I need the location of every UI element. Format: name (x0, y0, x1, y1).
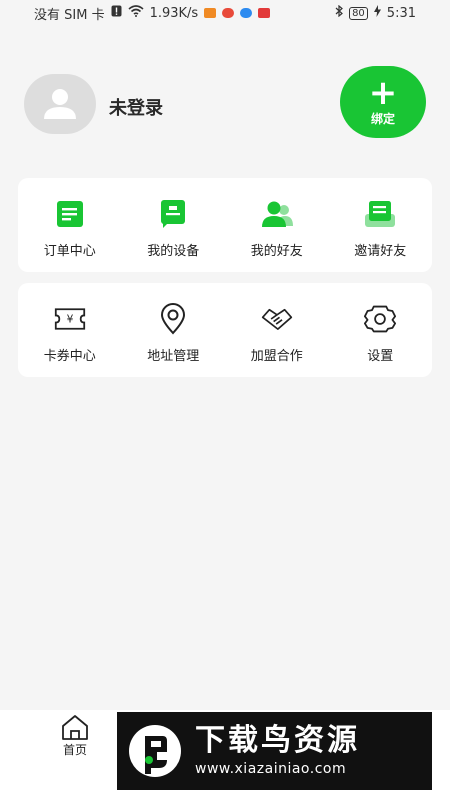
status-left: 没有 SIM 卡 1.93K/s (34, 4, 271, 23)
login-status[interactable]: 未登录 (109, 94, 163, 120)
mail-app-icon (258, 8, 271, 18)
main-menu-card: 订单中心 我的设备 我的好友 邀请好友 (18, 178, 432, 272)
svg-text:¥: ¥ (66, 313, 73, 326)
clock: 5:31 (386, 5, 416, 21)
order-icon (54, 198, 86, 230)
my-friends-item[interactable]: 我的好友 (225, 178, 329, 272)
sim-alert-icon (111, 5, 122, 21)
status-bar: 没有 SIM 卡 1.93K/s 80 5:31 (0, 0, 450, 26)
order-center-item[interactable]: 订单中心 (18, 178, 122, 272)
invite-icon (364, 198, 396, 230)
bluetooth-icon (335, 4, 343, 21)
coupon-icon: ¥ (54, 303, 86, 335)
network-speed: 1.93K/s (149, 5, 199, 21)
settings-label: 设置 (367, 349, 394, 364)
battery-level: 80 (349, 6, 368, 20)
my-device-label: 我的设备 (147, 244, 200, 259)
weibo-icon (222, 8, 235, 18)
avatar[interactable] (24, 74, 96, 134)
coupon-center-item[interactable]: ¥ 卡券中心 (18, 283, 122, 377)
bind-label: 绑定 (370, 111, 395, 126)
plus-icon: + (368, 72, 398, 113)
my-device-item[interactable]: 我的设备 (122, 178, 226, 272)
charging-icon (373, 5, 381, 21)
watermark-text: 下载鸟资源 www.xiazainiao.com (195, 723, 360, 779)
home-icon (62, 715, 88, 740)
coupon-center-label: 卡券中心 (43, 349, 96, 364)
bird-logo-icon (125, 721, 185, 781)
secondary-menu-card: ¥ 卡券中心 地址管理 加盟合作 设置 (18, 283, 432, 377)
settings-item[interactable]: 设置 (329, 283, 433, 377)
location-icon (157, 303, 189, 335)
address-management-label: 地址管理 (147, 349, 200, 364)
watermark-title: 下载鸟资源 (195, 723, 360, 758)
handshake-icon (261, 303, 293, 335)
device-icon (157, 198, 189, 230)
franchise-item[interactable]: 加盟合作 (225, 283, 329, 377)
tab-home-label: 首页 (62, 743, 87, 757)
order-center-label: 订单中心 (43, 244, 96, 259)
bind-button[interactable]: + 绑定 (340, 66, 426, 138)
tab-home[interactable]: 首页 (50, 714, 100, 758)
watermark-url: www.xiazainiao.com (195, 761, 347, 777)
my-friends-label: 我的好友 (250, 244, 303, 259)
wifi-icon (128, 5, 144, 21)
profile-header: 未登录 + 绑定 (24, 66, 434, 142)
gear-icon (364, 303, 397, 335)
invite-friends-label: 邀请好友 (354, 244, 407, 259)
watermark-banner: 下载鸟资源 www.xiazainiao.com (117, 712, 432, 790)
browser-icon (240, 8, 253, 18)
carrier-text: 没有 SIM 卡 (34, 7, 105, 23)
franchise-label: 加盟合作 (250, 349, 303, 364)
user-silhouette-icon (44, 89, 76, 119)
video-app-icon (204, 8, 217, 18)
invite-friends-item[interactable]: 邀请好友 (329, 178, 433, 272)
status-right: 80 5:31 (335, 4, 416, 21)
friends-icon (261, 198, 293, 230)
address-management-item[interactable]: 地址管理 (122, 283, 226, 377)
